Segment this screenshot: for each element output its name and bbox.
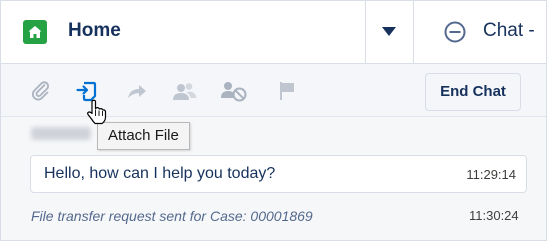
flag-icon[interactable]	[276, 79, 300, 103]
paperclip-icon[interactable]	[29, 79, 53, 103]
agent-message-bubble: Hello, how can I help you today? 11:29:1…	[30, 155, 527, 193]
chevron-down-icon	[382, 27, 396, 36]
tab-chat[interactable]: Chat -	[414, 1, 546, 63]
system-message-timestamp: 11:30:24	[469, 208, 519, 223]
agent-message-timestamp: 11:29:14	[466, 167, 516, 182]
forward-icon[interactable]	[125, 79, 149, 103]
chat-toolbar: End Chat	[1, 64, 546, 117]
block-user-icon[interactable]	[220, 79, 248, 103]
tab-bar: Home Chat -	[1, 1, 546, 64]
tab-home-label: Home	[68, 20, 121, 41]
chat-transcript: Hello, how can I help you today? 11:29:1…	[1, 117, 546, 240]
minus-circle-icon	[444, 21, 466, 43]
tab-home[interactable]: Home	[1, 1, 366, 63]
hand-cursor-icon	[87, 99, 107, 125]
system-message-text: File transfer request sent for Case: 000…	[31, 208, 313, 224]
agent-name-redacted	[31, 127, 91, 140]
home-icon	[23, 20, 47, 44]
chat-console: Home Chat - End Chat Hello, how can I he…	[0, 0, 547, 241]
end-chat-button[interactable]: End Chat	[425, 73, 521, 111]
transfer-users-icon[interactable]	[172, 79, 197, 103]
attach-file-tooltip: Attach File	[97, 122, 190, 150]
tab-chat-label: Chat -	[483, 20, 535, 41]
tab-dropdown-button[interactable]	[366, 1, 414, 63]
agent-message-text: Hello, how can I help you today?	[44, 165, 276, 182]
